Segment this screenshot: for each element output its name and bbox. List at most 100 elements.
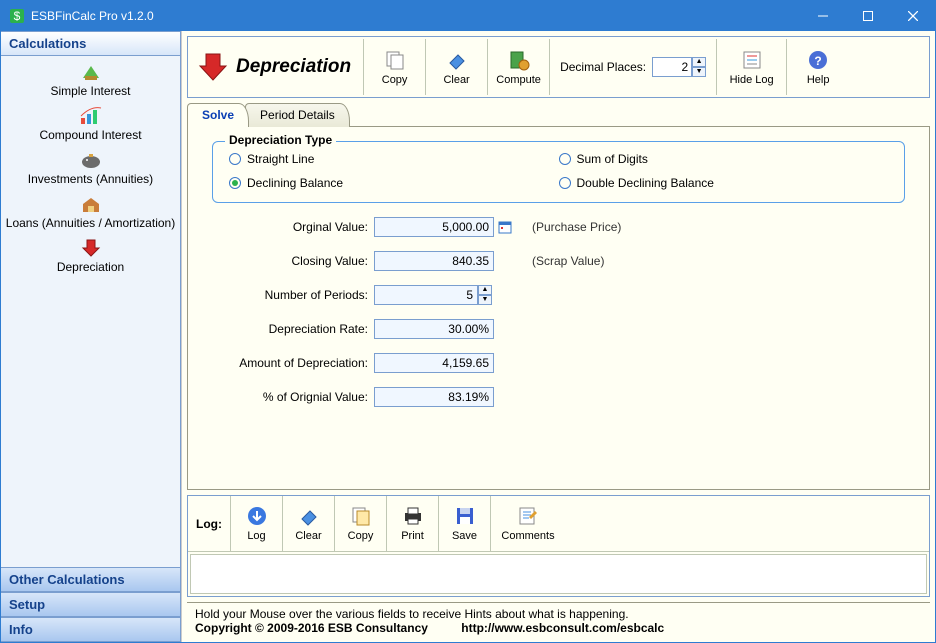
radio-double-declining[interactable]: Double Declining Balance [559, 176, 889, 190]
sidebar-header-setup[interactable]: Setup [1, 592, 180, 617]
money-up-icon [5, 62, 176, 82]
compute-button[interactable]: Compute [488, 39, 550, 95]
app-icon: $ [9, 8, 25, 24]
depreciation-type-group: Depreciation Type Straight Line Sum of D… [212, 141, 905, 203]
main-panel: Depreciation Copy Clear Compute Decimal … [181, 31, 935, 642]
log-log-button[interactable]: Log [231, 496, 283, 551]
radio-icon [559, 153, 571, 165]
radio-label: Double Declining Balance [577, 176, 714, 190]
tab-page-solve: Depreciation Type Straight Line Sum of D… [187, 126, 930, 490]
sidebar-header-calculations[interactable]: Calculations [1, 31, 180, 56]
status-hint: Hold your Mouse over the various fields … [195, 607, 922, 621]
sidebar-item-label: Depreciation [5, 260, 176, 274]
amount-field[interactable]: 4,159.65 [374, 353, 494, 373]
copy-icon [384, 49, 406, 71]
form: Orginal Value: 5,000.00 (Purchase Price)… [204, 213, 913, 407]
radio-straight-line[interactable]: Straight Line [229, 152, 559, 166]
sidebar-item-investments[interactable]: Investments (Annuities) [1, 148, 180, 192]
spin-up-button[interactable]: ▲ [478, 285, 492, 295]
button-label: Compute [496, 74, 541, 86]
closing-value-label: Closing Value: [204, 254, 374, 268]
minimize-button[interactable] [800, 1, 845, 31]
button-label: Print [401, 530, 424, 542]
radio-sum-of-digits[interactable]: Sum of Digits [559, 152, 889, 166]
decimal-places-input[interactable] [652, 57, 692, 77]
sidebar-item-simple-interest[interactable]: Simple Interest [1, 60, 180, 104]
help-icon: ? [807, 49, 829, 71]
rate-label: Depreciation Rate: [204, 322, 374, 336]
percent-field[interactable]: 83.19% [374, 387, 494, 407]
tab-period-details[interactable]: Period Details [245, 103, 350, 127]
log-print-button[interactable]: Print [387, 496, 439, 551]
original-value-field[interactable]: 5,000.00 [374, 217, 494, 237]
clear-button[interactable]: Clear [426, 39, 488, 95]
log-copy-button[interactable]: Copy [335, 496, 387, 551]
radio-label: Sum of Digits [577, 152, 648, 166]
help-button[interactable]: ? Help [787, 39, 849, 95]
titlebar: $ ESBFinCalc Pro v1.2.0 [1, 1, 935, 31]
sidebar-item-loans[interactable]: Loans (Annuities / Amortization) [1, 192, 180, 236]
printer-icon [402, 505, 424, 527]
arrow-down-icon [5, 238, 176, 258]
page-title: Depreciation [190, 39, 364, 95]
log-label: Log: [188, 496, 231, 551]
closing-value-field[interactable]: 840.35 [374, 251, 494, 271]
periods-field[interactable]: 5 [374, 285, 478, 305]
note-icon [517, 505, 539, 527]
floppy-icon [454, 505, 476, 527]
log-panel: Log: Log Clear Copy Print [187, 495, 930, 597]
tab-strip: Solve Period Details [187, 103, 930, 127]
close-button[interactable] [890, 1, 935, 31]
button-label: Comments [501, 530, 554, 542]
log-clear-button[interactable]: Clear [283, 496, 335, 551]
spin-up-button[interactable]: ▲ [692, 57, 706, 67]
radio-label: Declining Balance [247, 176, 343, 190]
sidebar-header-info[interactable]: Info [1, 617, 180, 642]
copy-icon [350, 505, 372, 527]
decimal-places-label: Decimal Places: [560, 60, 646, 74]
button-label: Save [452, 530, 477, 542]
house-money-icon [5, 194, 176, 214]
decimal-places-control: Decimal Places: ▲ ▼ [550, 39, 717, 95]
hide-log-button[interactable]: Hide Log [717, 39, 787, 95]
closing-value-hint: (Scrap Value) [532, 254, 604, 268]
sidebar-item-depreciation[interactable]: Depreciation [1, 236, 180, 280]
log-save-button[interactable]: Save [439, 496, 491, 551]
radio-icon [229, 153, 241, 165]
sidebar-item-compound-interest[interactable]: Compound Interest [1, 104, 180, 148]
amount-label: Amount of Depreciation: [204, 356, 374, 370]
bar-chart-icon [5, 106, 176, 126]
periods-label: Number of Periods: [204, 288, 374, 302]
spin-down-button[interactable]: ▼ [478, 295, 492, 305]
sidebar-item-label: Investments (Annuities) [5, 172, 176, 186]
radio-declining-balance[interactable]: Declining Balance [229, 176, 559, 190]
arrow-down-circle-icon [246, 505, 268, 527]
button-label: Clear [443, 74, 469, 86]
sidebar-header-other[interactable]: Other Calculations [1, 567, 180, 592]
tab-solve[interactable]: Solve [187, 103, 249, 127]
eraser-icon [446, 49, 468, 71]
page-title-text: Depreciation [236, 56, 351, 78]
group-legend: Depreciation Type [225, 133, 336, 147]
depreciation-icon [196, 52, 230, 82]
sidebar-item-label: Simple Interest [5, 84, 176, 98]
button-label: Clear [295, 530, 321, 542]
svg-text:?: ? [814, 54, 821, 68]
radio-icon [229, 177, 241, 189]
log-text-area[interactable] [190, 554, 927, 594]
rate-field[interactable]: 30.00% [374, 319, 494, 339]
window-title: ESBFinCalc Pro v1.2.0 [31, 9, 800, 23]
calendar-icon[interactable] [498, 220, 512, 234]
button-label: Copy [348, 530, 374, 542]
button-label: Help [807, 74, 830, 86]
copy-button[interactable]: Copy [364, 39, 426, 95]
original-value-label: Orginal Value: [204, 220, 374, 234]
maximize-button[interactable] [845, 1, 890, 31]
spin-down-button[interactable]: ▼ [692, 67, 706, 77]
eraser-icon [298, 505, 320, 527]
radio-icon [559, 177, 571, 189]
log-icon [741, 49, 763, 71]
log-comments-button[interactable]: Comments [491, 496, 565, 551]
original-value-hint: (Purchase Price) [532, 220, 621, 234]
svg-text:$: $ [14, 9, 21, 23]
